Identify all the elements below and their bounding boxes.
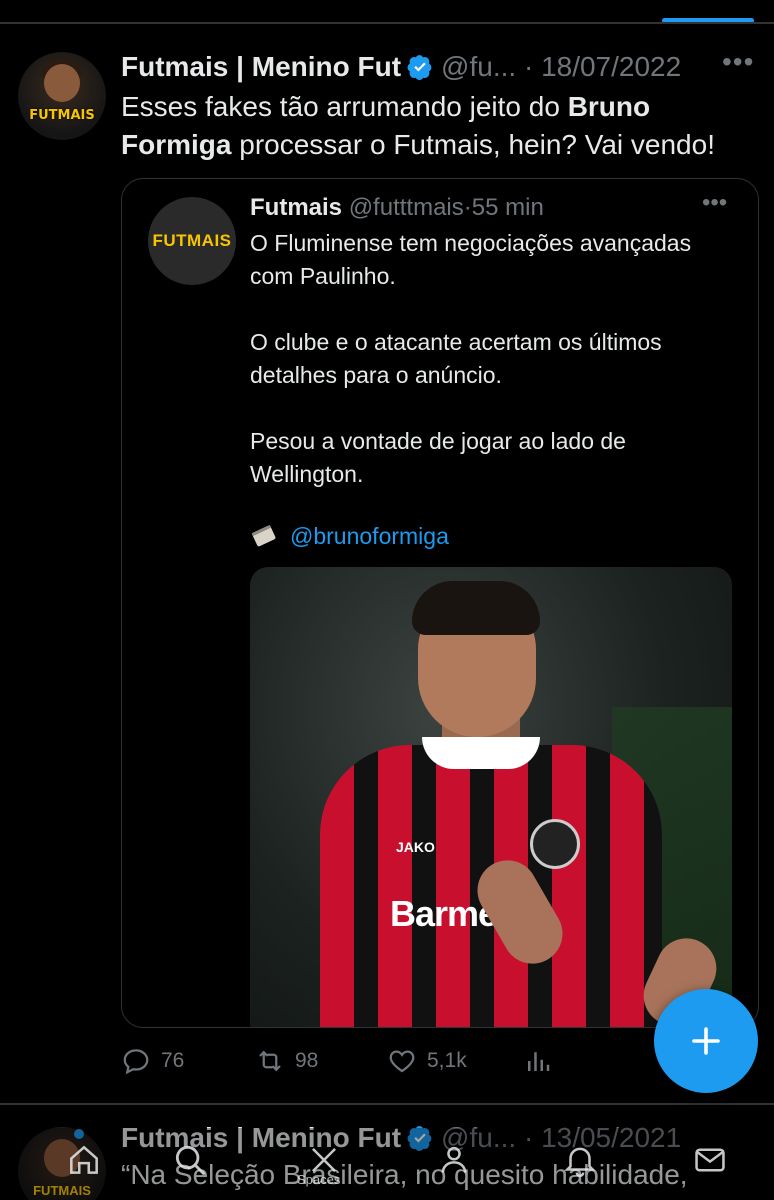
analytics-icon <box>528 1052 550 1071</box>
notifications-icon <box>564 1147 596 1178</box>
retweet-button[interactable]: 98 <box>255 1046 318 1076</box>
reply-button[interactable]: 76 <box>121 1046 184 1076</box>
quoted-paragraph: Pesou a vontade de jogar ao lado de Well… <box>250 428 626 487</box>
photo-collar <box>422 737 540 769</box>
home-icon <box>70 1145 98 1174</box>
like-icon <box>389 1050 415 1073</box>
tweet-text-part: Esses fakes tão arrumando jeito do <box>121 91 568 122</box>
compose-button[interactable] <box>654 989 758 1093</box>
tab-search[interactable] <box>166 1136 214 1184</box>
tweet-header: Futmais | Menino Fut @fu... · 18/07/2022 <box>121 50 681 84</box>
reply-count: 76 <box>161 1049 185 1072</box>
tweet-date[interactable]: 18/07/2022 <box>541 51 681 82</box>
top-divider <box>0 22 774 24</box>
more-icon[interactable]: ••• <box>722 46 754 78</box>
messages-icon <box>695 1148 725 1172</box>
quoted-header: Futmais @futttmais·55 min <box>250 193 544 223</box>
tweet-text-part: processar o Futmais, hein? Vai vendo! <box>231 129 715 160</box>
tab-communities[interactable] <box>430 1136 478 1184</box>
player-photo[interactable]: JAKO Barmenia <box>250 567 732 1027</box>
display-name[interactable]: Futmais | Menino Fut <box>121 51 401 82</box>
quoted-handle: @futttmais <box>348 194 464 221</box>
like-button[interactable]: 5,1k <box>387 1046 467 1076</box>
quoted-display-name[interactable]: Futmais <box>250 194 342 221</box>
bottom-tab-bar: Spaces <box>0 1128 774 1200</box>
quoted-paragraph: O clube e o atacante acertam os últimos … <box>250 329 662 388</box>
tab-home[interactable] <box>60 1136 108 1184</box>
quoted-tweet[interactable]: FUTMAIS Futmais @futttmais·55 min ••• O … <box>121 178 759 1028</box>
more-icon[interactable]: ••• <box>702 189 727 217</box>
mention-link[interactable]: @brunoformiga <box>290 523 449 549</box>
tab-spaces-label: Spaces <box>297 1172 341 1187</box>
scroll-icon <box>251 524 276 547</box>
search-icon <box>175 1145 206 1176</box>
separator-dot: · <box>523 51 534 82</box>
quoted-time[interactable]: 55 min <box>472 194 544 221</box>
quoted-avatar-logo: FUTMAIS <box>152 231 232 250</box>
handle: @fu... <box>441 51 517 82</box>
retweet-count: 98 <box>295 1049 319 1072</box>
tweet-text: Esses fakes tão arrumando jeito do Bruno… <box>121 88 761 164</box>
retweet-icon <box>259 1050 281 1072</box>
quoted-text: O Fluminense tem negociações avançadas c… <box>250 227 730 491</box>
like-count: 5,1k <box>427 1049 467 1072</box>
quoted-avatar[interactable]: FUTMAIS <box>148 197 236 285</box>
tab-messages[interactable] <box>686 1136 734 1184</box>
kit-brand: JAKO <box>396 839 435 855</box>
quoted-mention-line: @brunoformiga <box>250 521 449 551</box>
communities-icon <box>441 1146 467 1173</box>
avatar-logo: FUTMAIS <box>29 108 95 123</box>
club-crest <box>530 819 580 869</box>
compose-plus-icon <box>692 1027 720 1055</box>
avatar[interactable]: FUTMAIS <box>18 52 106 140</box>
avatar-face <box>44 64 80 102</box>
photo-hair <box>412 581 540 635</box>
tweet[interactable]: FUTMAIS Futmais | Menino Fut @fu... · 18/… <box>0 30 774 1100</box>
reply-icon <box>123 1049 149 1075</box>
tab-notifications[interactable] <box>556 1136 604 1184</box>
separator-dot: · <box>463 194 472 221</box>
quoted-paragraph: O Fluminense tem negociações avançadas c… <box>250 230 692 289</box>
analytics-button[interactable] <box>523 1046 553 1076</box>
verified-badge-icon <box>407 55 432 80</box>
